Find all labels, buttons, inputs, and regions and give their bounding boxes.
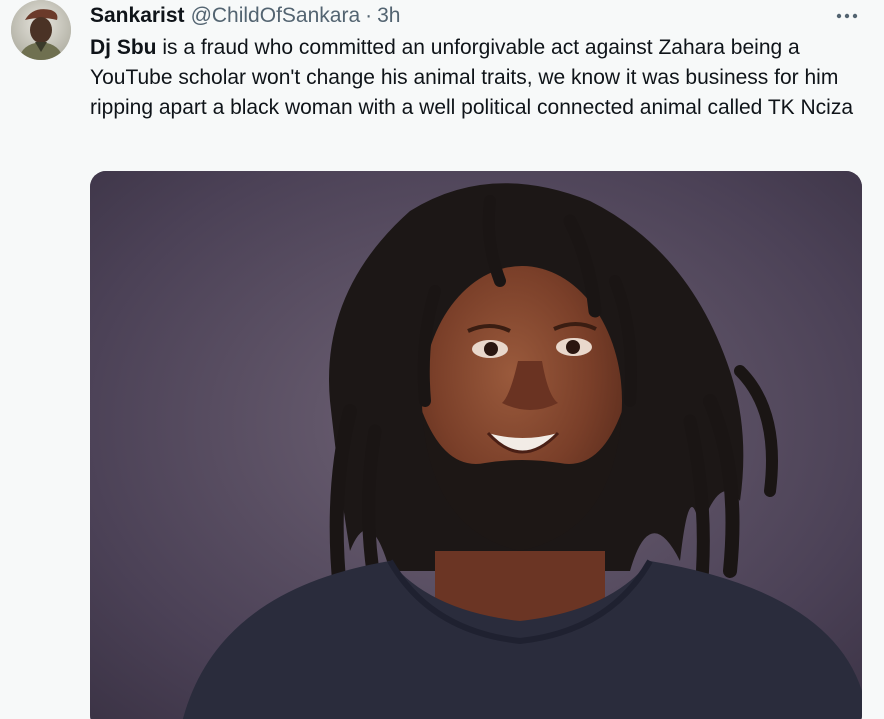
author-name[interactable]: Sankarist — [90, 4, 185, 28]
timestamp[interactable]: 3h — [377, 4, 400, 28]
tweet-media-photo[interactable] — [90, 171, 862, 719]
avatar[interactable] — [11, 0, 71, 60]
avatar-image — [11, 0, 71, 60]
author-handle[interactable]: @ChildOfSankara — [191, 4, 361, 28]
more-options-button[interactable] — [833, 6, 861, 26]
tweet-text-body: is a fraud who committed an unforgivable… — [90, 36, 853, 119]
portrait-photo — [90, 171, 862, 719]
tweet-card[interactable]: Sankarist @ChildOfSankara · 3h Dj Sbu is… — [0, 0, 884, 719]
tweet-text: Dj Sbu is a fraud who committed an unfor… — [90, 33, 870, 123]
separator-dot: · — [365, 4, 373, 27]
tweet-mention[interactable]: Dj Sbu — [90, 36, 157, 59]
tweet-header: Sankarist @ChildOfSankara · 3h — [90, 3, 400, 29]
more-horizontal-icon — [836, 13, 858, 19]
